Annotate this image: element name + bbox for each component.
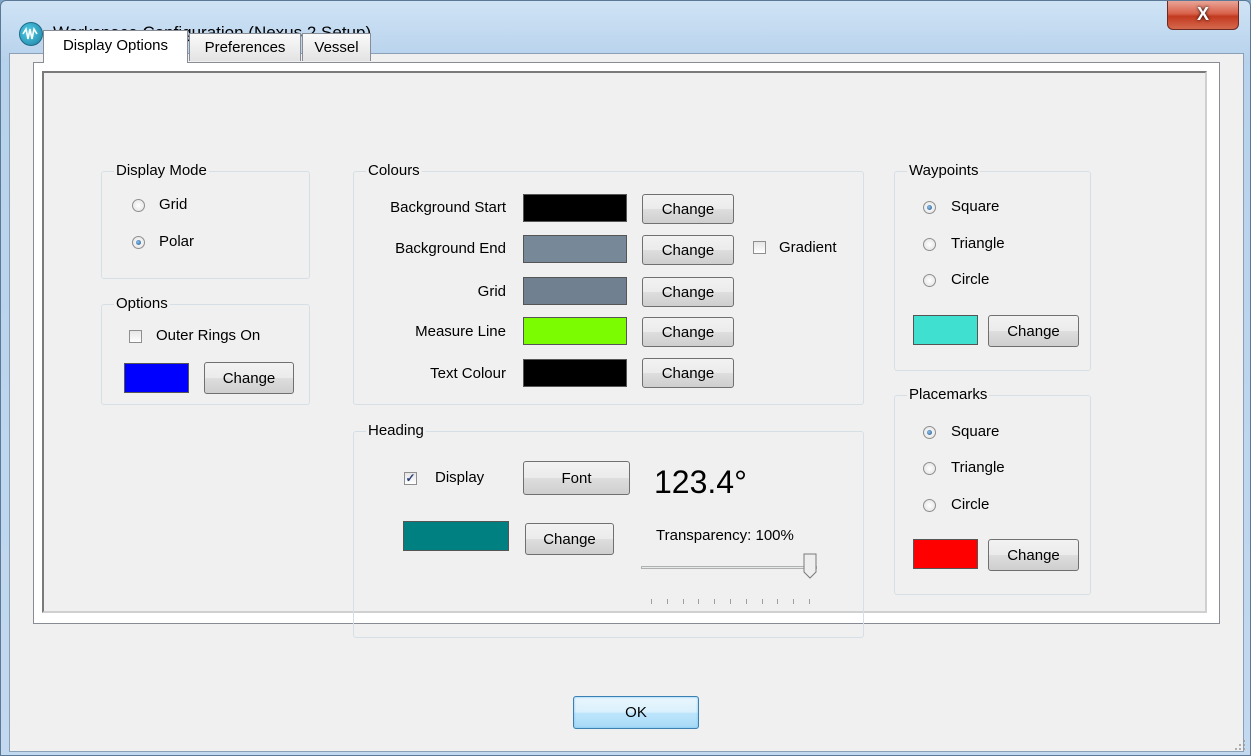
resize-grip-icon[interactable] xyxy=(1234,739,1246,751)
slider-tick xyxy=(745,599,747,604)
grid-colour-label: Grid xyxy=(477,283,506,300)
placemark-color-swatch xyxy=(913,539,978,569)
tab-vessel[interactable]: Vessel xyxy=(302,33,371,61)
waypoint-change-button[interactable]: Change xyxy=(988,315,1079,347)
placemark-circle-label[interactable]: Circle xyxy=(951,496,989,513)
slider-tick xyxy=(682,599,684,604)
placemarks-legend: Placemarks xyxy=(907,386,990,403)
waypoint-triangle-radio[interactable] xyxy=(923,238,936,251)
waypoint-square-label[interactable]: Square xyxy=(951,198,999,215)
slider-tick xyxy=(777,599,779,604)
placemark-triangle-label[interactable]: Triangle xyxy=(951,459,1005,476)
outer-rings-checkbox[interactable] xyxy=(129,330,142,343)
background-end-swatch xyxy=(523,235,627,263)
background-start-swatch xyxy=(523,194,627,222)
close-button[interactable]: X xyxy=(1167,1,1239,30)
heading-display-checkbox[interactable]: ✓ xyxy=(404,472,417,485)
grid-radio[interactable] xyxy=(132,199,145,212)
gradient-label[interactable]: Gradient xyxy=(779,239,837,256)
options-change-button[interactable]: Change xyxy=(204,362,294,394)
options-legend: Options xyxy=(114,295,170,312)
display-mode-group: Display Mode xyxy=(101,162,310,279)
slider-tick xyxy=(666,599,668,604)
dialog-window: Workspace Configuration (Nexus 2 Setup) … xyxy=(0,0,1251,756)
slider-tick xyxy=(761,599,763,604)
background-start-label: Background Start xyxy=(390,199,506,216)
text-colour-label: Text Colour xyxy=(430,365,506,382)
waypoint-triangle-label[interactable]: Triangle xyxy=(951,235,1005,252)
heading-value: 123.4° xyxy=(654,464,747,500)
waypoint-circle-label[interactable]: Circle xyxy=(951,271,989,288)
grid-colour-swatch xyxy=(523,277,627,305)
close-icon: X xyxy=(1196,4,1209,24)
outer-rings-label[interactable]: Outer Rings On xyxy=(156,327,260,344)
polar-radio[interactable] xyxy=(132,236,145,249)
heading-display-label[interactable]: Display xyxy=(435,469,484,486)
display-mode-legend: Display Mode xyxy=(114,162,209,179)
waypoints-legend: Waypoints xyxy=(907,162,981,179)
heading-color-swatch xyxy=(403,521,509,551)
tab-display-options[interactable]: Display Options xyxy=(43,30,188,63)
options-color-swatch xyxy=(124,363,189,393)
placemark-square-label[interactable]: Square xyxy=(951,423,999,440)
slider-tick xyxy=(714,599,716,604)
text-colour-change-button[interactable]: Change xyxy=(642,358,734,388)
waypoint-color-swatch xyxy=(913,315,978,345)
transparency-label: Transparency: 100% xyxy=(656,527,794,544)
gradient-checkbox[interactable] xyxy=(753,241,766,254)
measure-line-label: Measure Line xyxy=(415,323,506,340)
slider-tick xyxy=(698,599,700,604)
placemark-triangle-radio[interactable] xyxy=(923,462,936,475)
slider-tick xyxy=(809,599,810,604)
background-start-change-button[interactable]: Change xyxy=(642,194,734,224)
background-end-label: Background End xyxy=(395,240,506,257)
heading-legend: Heading xyxy=(366,422,426,439)
nexus-waveform-icon xyxy=(19,22,43,46)
placemark-square-radio[interactable] xyxy=(923,426,936,439)
slider-tick xyxy=(651,599,652,604)
measure-line-swatch xyxy=(523,317,627,345)
transparency-slider-thumb[interactable] xyxy=(803,553,817,579)
grid-colour-change-button[interactable]: Change xyxy=(642,277,734,307)
colours-legend: Colours xyxy=(366,162,422,179)
ok-button[interactable]: OK xyxy=(573,696,699,729)
placemark-circle-radio[interactable] xyxy=(923,499,936,512)
slider-tick xyxy=(730,599,731,604)
placemark-change-button[interactable]: Change xyxy=(988,539,1079,571)
slider-tick xyxy=(793,599,795,604)
text-colour-swatch xyxy=(523,359,627,387)
polar-radio-label[interactable]: Polar xyxy=(159,233,194,250)
waypoint-square-radio[interactable] xyxy=(923,201,936,214)
font-button[interactable]: Font xyxy=(523,461,630,495)
transparency-slider-track[interactable] xyxy=(641,566,817,569)
tab-preferences[interactable]: Preferences xyxy=(189,33,301,61)
background-end-change-button[interactable]: Change xyxy=(642,235,734,265)
grid-radio-label[interactable]: Grid xyxy=(159,196,187,213)
waypoint-circle-radio[interactable] xyxy=(923,274,936,287)
heading-change-button[interactable]: Change xyxy=(525,523,614,555)
measure-line-change-button[interactable]: Change xyxy=(642,317,734,347)
